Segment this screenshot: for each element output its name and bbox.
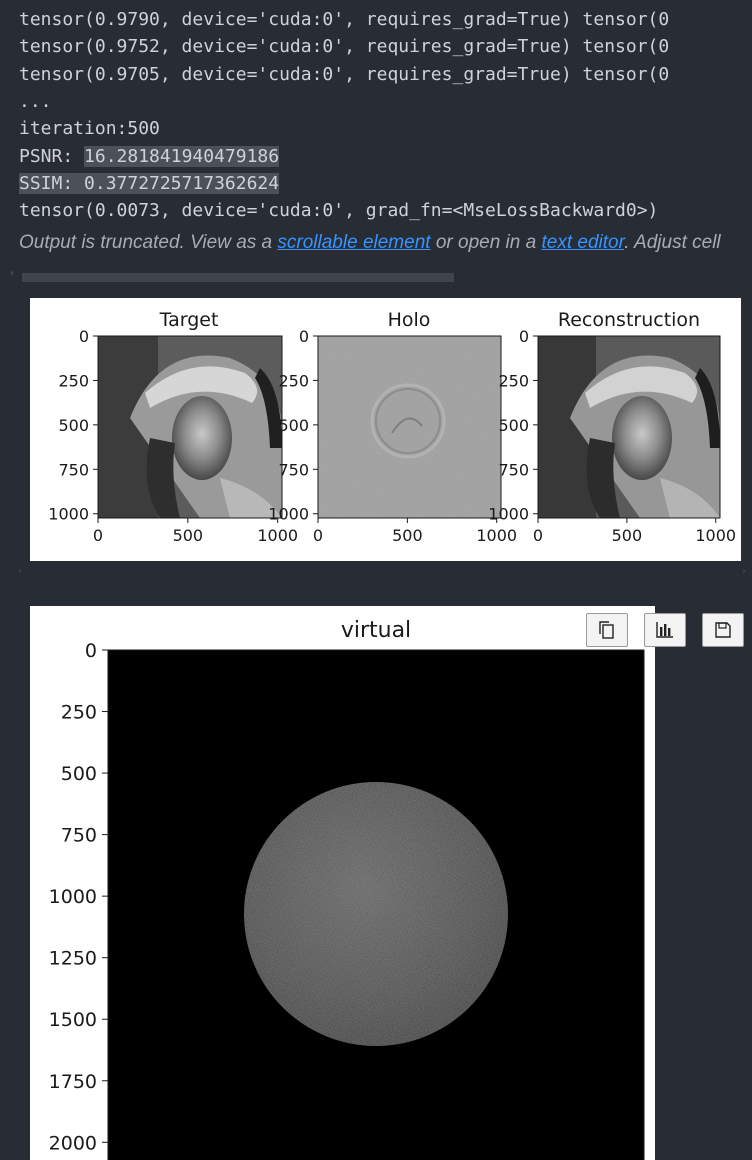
y-tick-label: 500 xyxy=(61,763,97,785)
figure2-svg: virtual 0 250 500 750 1000 1250 1500 1750 2000 xyxy=(49,618,645,1160)
y-tick-label: 250 xyxy=(278,371,309,390)
panel-reconstruction: Reconstruction xyxy=(537,309,721,519)
y-tick-label: 0 xyxy=(85,640,97,662)
y-tick-label: 500 xyxy=(278,416,309,435)
bar-chart-icon xyxy=(656,622,673,638)
hologram-image xyxy=(318,336,501,518)
reconstruction-image xyxy=(538,336,720,518)
ssim-text: SSIM: 0.3772725717362624 xyxy=(19,173,280,194)
output-line: tensor(0.9705, device='cuda:0', requires… xyxy=(19,64,670,85)
y-tick-label: 1750 xyxy=(49,1071,97,1093)
x-tick-label: 500 xyxy=(173,526,204,545)
y-tick-label: 750 xyxy=(58,460,89,479)
x-tick-label: 0 xyxy=(533,526,543,545)
lena-image xyxy=(98,336,282,518)
y-tick-label: 250 xyxy=(61,702,97,724)
save-button[interactable] xyxy=(702,613,744,647)
y-tick-label: 250 xyxy=(58,371,89,390)
y-tick-label: 500 xyxy=(498,416,529,435)
panel-target: Target xyxy=(97,309,283,519)
y-tick-label: 1000 xyxy=(488,505,529,524)
panel-holo: Holo xyxy=(317,309,502,519)
x-tick-label: 0 xyxy=(313,526,323,545)
scroll-left-icon[interactable]: ‹ xyxy=(18,566,22,577)
panel-title: Holo xyxy=(388,309,431,331)
output-line: tensor(0.9790, device='cuda:0', requires… xyxy=(19,9,670,30)
y-tick-label: 1500 xyxy=(49,1009,97,1031)
y-tick-label: 750 xyxy=(278,460,309,479)
x-tick-label: 500 xyxy=(612,526,643,545)
y-tick-label: 1000 xyxy=(268,505,309,524)
y-tick-label: 1000 xyxy=(48,505,89,524)
scroll-right-icon[interactable]: › xyxy=(742,566,746,577)
x-tick-label: 500 xyxy=(392,526,423,545)
output-line: ... xyxy=(19,91,52,112)
text-editor-link[interactable]: text editor xyxy=(541,232,624,253)
psnr-line: PSNR: 16.281841940479186 xyxy=(19,144,280,170)
save-icon xyxy=(715,622,731,638)
output-line: tensor(0.9752, device='cuda:0', requires… xyxy=(19,36,670,57)
horizontal-scrollbar[interactable]: ‹ xyxy=(10,268,752,284)
panel-title: Target xyxy=(159,309,219,331)
x-tick-label: 1000 xyxy=(257,526,298,545)
truncation-notice: Output is truncated. View as a scrollabl… xyxy=(19,230,721,256)
loss-line: tensor(0.0073, device='cuda:0', grad_fn=… xyxy=(19,200,659,221)
panel-title: Reconstruction xyxy=(558,309,700,331)
truncation-text: Output is truncated. View as a xyxy=(19,232,278,253)
figure-title: virtual xyxy=(341,618,411,643)
y-tick-label: 500 xyxy=(58,416,89,435)
ssim-line: SSIM: 0.3772725717362624 xyxy=(19,171,280,197)
y-tick-label: 2000 xyxy=(49,1132,97,1154)
figure2-axes: 0 250 500 750 1000 1250 1500 1750 2000 xyxy=(49,640,108,1154)
y-tick-label: 750 xyxy=(498,460,529,479)
y-tick-label: 0 xyxy=(519,327,529,346)
psnr-value: 16.281841940479186 xyxy=(84,146,280,167)
truncation-text: . Adjust cell xyxy=(624,232,721,253)
y-tick-label: 1000 xyxy=(49,886,97,908)
iteration-line: iteration:500 xyxy=(19,118,160,139)
copy-button[interactable] xyxy=(586,613,628,647)
plot-viewer-button[interactable] xyxy=(644,613,686,647)
scrollable-element-link[interactable]: scrollable element xyxy=(277,232,430,253)
y-tick-label: 750 xyxy=(61,825,97,847)
copy-icon xyxy=(599,621,614,639)
figure-target-holo-reconstruction: Target Holo Reconstruction 0 500 1000 0 … xyxy=(30,298,741,561)
figure-scrollbar[interactable]: ‹ › xyxy=(18,566,752,580)
x-tick-label: 1000 xyxy=(695,526,736,545)
figure1-svg: Target Holo Reconstruction 0 500 1000025… xyxy=(48,309,736,545)
y-tick-label: 0 xyxy=(79,327,89,346)
y-tick-label: 250 xyxy=(498,371,529,390)
x-tick-label: 1000 xyxy=(476,526,517,545)
x-tick-label: 0 xyxy=(93,526,103,545)
figure-virtual: virtual 0 250 500 750 1000 1250 1500 1750 2000 xyxy=(30,606,655,1160)
y-tick-label: 1250 xyxy=(49,948,97,970)
y-tick-label: 0 xyxy=(299,327,309,346)
truncation-text: or open in a xyxy=(430,232,542,253)
psnr-label: PSNR: xyxy=(19,146,85,167)
scrollbar-thumb[interactable] xyxy=(22,273,454,282)
scroll-left-icon[interactable]: ‹ xyxy=(10,268,14,279)
virtual-image xyxy=(108,650,644,1160)
